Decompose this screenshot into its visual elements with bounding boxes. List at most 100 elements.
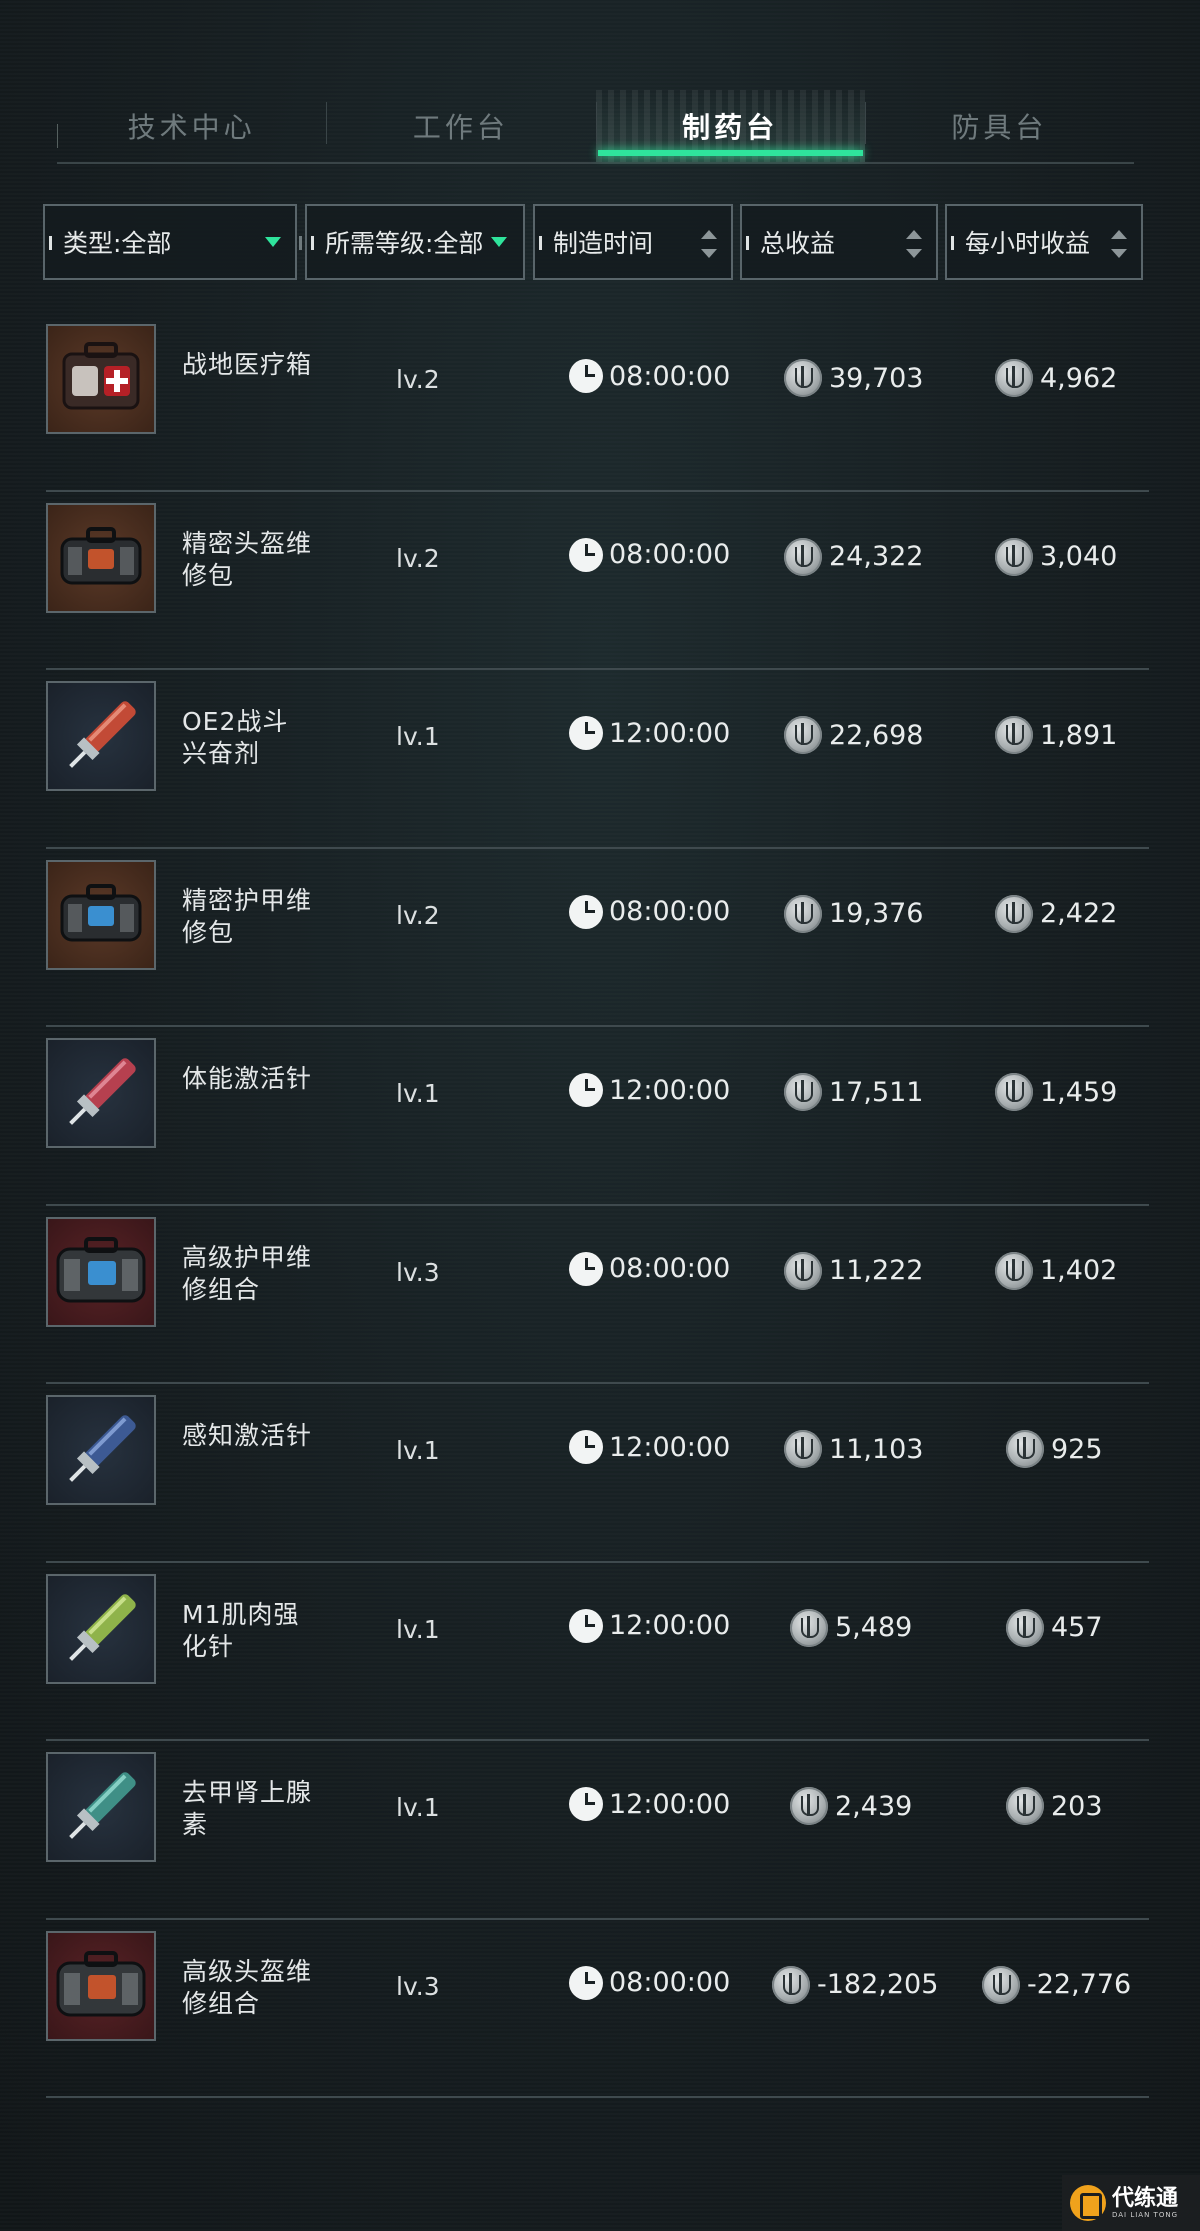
item-name: 战地医疗箱 — [182, 350, 313, 379]
sort-icon — [701, 230, 717, 258]
hourly-profit-value: 1,891 — [1040, 719, 1118, 751]
recipe-row[interactable]: 精密护甲维修包 lv.2 08:00:00 19,376 2,422 — [46, 849, 1149, 1027]
recipe-row[interactable]: 高级头盔维修组合 lv.3 08:00:00 -182,205 -22,776 — [46, 1920, 1149, 2098]
item-level: lv.3 — [396, 1971, 440, 2001]
total-profit: 19,376 — [784, 894, 923, 933]
craft-time: 08:00:00 — [569, 1251, 731, 1286]
clock-icon — [569, 1251, 603, 1286]
total-profit-value: 11,103 — [829, 1433, 924, 1465]
coin-icon — [995, 359, 1033, 397]
craft-time-value: 08:00:00 — [609, 1253, 731, 1284]
syringe-teal-icon — [46, 1752, 156, 1862]
total-profit: 11,222 — [784, 1251, 923, 1290]
total-profit: -182,205 — [772, 1965, 938, 2004]
tab-label: 技术中心 — [127, 111, 256, 144]
item-name: M1肌肉强化针 — [182, 1599, 300, 1661]
tab-tech-center[interactable]: 技术中心 — [57, 90, 326, 162]
coin-icon — [995, 894, 1033, 933]
hourly-profit-value: 4,962 — [1040, 362, 1118, 394]
hourly-profit: 1,891 — [995, 716, 1117, 754]
watermark-cn: 代练通 — [1112, 2186, 1179, 2211]
chevron-down-icon — [265, 237, 281, 247]
craft-time-sort[interactable]: 制造时间 — [533, 204, 733, 280]
item-level: lv.1 — [396, 1793, 440, 1822]
recipe-row[interactable]: 体能激活针 lv.1 12:00:00 17,511 1,459 — [46, 1027, 1149, 1206]
craft-time: 12:00:00 — [569, 1073, 730, 1107]
item-name: 高级护甲维修组合 — [182, 1242, 313, 1304]
item-level: lv.1 — [396, 1614, 440, 1644]
craft-time-value: 12:00:00 — [609, 1431, 731, 1463]
type-filter-dropdown[interactable]: 类型:全部 — [43, 204, 302, 280]
recipe-row[interactable]: 去甲肾上腺素 lv.1 12:00:00 2,439 203 — [46, 1741, 1149, 1920]
clock-icon — [569, 1430, 603, 1464]
recipe-row[interactable]: 高级护甲维修组合 lv.3 08:00:00 11,222 1,402 — [46, 1206, 1149, 1384]
clock-icon — [569, 716, 603, 750]
coin-icon — [995, 537, 1033, 576]
watermark-text: 代练通 DAI LIAN TONG — [1112, 2186, 1179, 2220]
craft-time: 12:00:00 — [569, 1430, 730, 1464]
syringe-red-icon — [46, 681, 156, 791]
recipe-row[interactable]: 精密头盔维修包 lv.2 08:00:00 24,322 3,040 — [46, 492, 1149, 670]
syringe-green-icon — [46, 1573, 156, 1684]
recipe-row[interactable]: 感知激活针 lv.1 12:00:00 11,103 925 — [46, 1384, 1149, 1563]
tab-workbench[interactable]: 工作台 — [326, 90, 595, 162]
total-profit-value: 22,698 — [829, 719, 924, 751]
recipe-row[interactable]: OE2战斗兴奋剂 lv.1 12:00:00 22,698 1,891 — [46, 670, 1149, 849]
coin-icon — [995, 716, 1033, 754]
hourly-profit: 1,402 — [995, 1251, 1117, 1290]
hourly-profit: 3,040 — [995, 537, 1117, 576]
clock-icon — [569, 1608, 603, 1643]
item-level: lv.2 — [396, 900, 440, 930]
watermark-en: DAI LIAN TONG — [1112, 2211, 1179, 2219]
hourly-profit-value: 925 — [1051, 1433, 1103, 1465]
hourly-profit: -22,776 — [982, 1965, 1131, 2004]
total-profit-sort[interactable]: 总收益 — [740, 204, 938, 280]
armor-repair-set-icon — [46, 1216, 156, 1327]
craft-time-value: 08:00:00 — [609, 539, 731, 570]
coin-icon — [784, 1073, 822, 1111]
total-profit-label: 总收益 — [760, 229, 836, 258]
recipe-row[interactable]: 战地医疗箱 lv.2 08:00:00 39,703 4,962 — [46, 313, 1149, 492]
clock-icon — [569, 1787, 603, 1821]
total-profit: 24,322 — [784, 537, 924, 576]
hourly-profit-sort[interactable]: 每小时收益 — [945, 204, 1143, 280]
total-profit: 39,703 — [784, 359, 923, 397]
sort-icon — [906, 230, 922, 258]
hourly-profit-label: 每小时收益 — [965, 229, 1091, 258]
coin-icon — [1006, 1787, 1044, 1825]
recipe-row[interactable]: M1肌肉强化针 lv.1 12:00:00 5,489 457 — [46, 1563, 1149, 1741]
total-profit-value: 2,439 — [835, 1790, 913, 1822]
recipe-list: 战地医疗箱 lv.2 08:00:00 39,703 4,962 精密头盔维修包… — [46, 313, 1149, 2098]
coin-icon — [982, 1965, 1020, 2004]
tab-label: 工作台 — [412, 111, 509, 144]
tab-pharmacy[interactable]: 制药台 — [595, 90, 865, 162]
clock-icon — [569, 1965, 603, 2000]
total-profit-value: 24,322 — [829, 541, 924, 572]
tab-label: 制药台 — [682, 111, 779, 144]
total-profit: 5,489 — [790, 1608, 912, 1647]
level-filter-dropdown[interactable]: 所需等级:全部 — [305, 204, 525, 280]
clock-icon — [569, 359, 603, 393]
item-name: 去甲肾上腺素 — [182, 1778, 313, 1839]
coin-icon — [790, 1787, 828, 1825]
coin-icon — [784, 894, 822, 933]
clock-icon — [569, 894, 603, 929]
coin-icon — [1006, 1430, 1044, 1468]
station-tabs: 技术中心 工作台 制药台 防具台 — [57, 90, 1134, 164]
total-profit-value: 17,511 — [829, 1076, 924, 1108]
coin-icon — [784, 716, 822, 754]
craft-time-value: 12:00:00 — [609, 717, 731, 749]
hourly-profit-value: 2,422 — [1040, 898, 1118, 929]
medkit-icon — [46, 324, 156, 434]
total-profit: 22,698 — [784, 716, 923, 754]
craft-time-value: 12:00:00 — [609, 1610, 731, 1641]
clock-icon — [569, 1073, 603, 1107]
coin-icon — [784, 1430, 822, 1468]
hourly-profit-value: 457 — [1051, 1612, 1103, 1643]
craft-time: 08:00:00 — [569, 894, 730, 929]
coin-icon — [1006, 1608, 1044, 1647]
tab-armor-bench[interactable]: 防具台 — [864, 90, 1134, 162]
daliantong-logo-icon — [1070, 2185, 1106, 2221]
item-level: lv.1 — [396, 1436, 440, 1465]
hourly-profit: 203 — [1006, 1787, 1103, 1825]
